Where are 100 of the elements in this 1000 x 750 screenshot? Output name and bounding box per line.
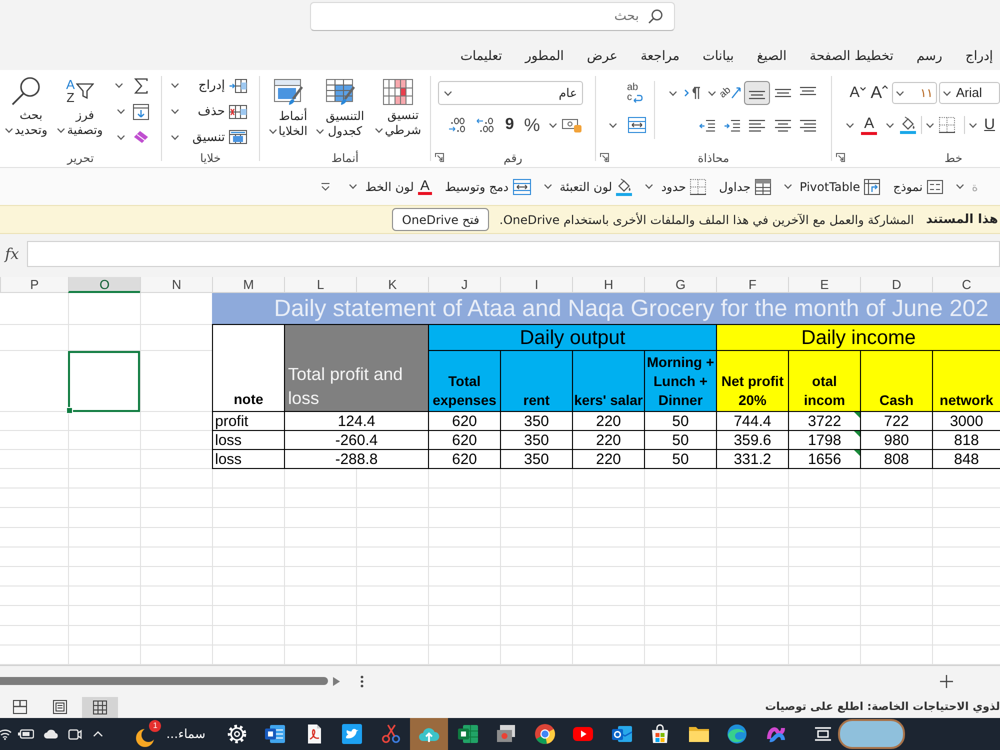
caret-icon[interactable] (896, 90, 904, 96)
decrease-indent-icon[interactable] (698, 118, 714, 132)
caret-icon[interactable] (115, 83, 123, 88)
conditional-formatting-button[interactable]: تنسيق شرطي (372, 79, 424, 148)
insert-cells-icon[interactable] (229, 78, 247, 93)
add-sheet-icon[interactable] (940, 674, 953, 688)
caret-icon[interactable] (784, 184, 792, 189)
cloud-icon[interactable] (43, 729, 60, 739)
scroll-right-icon[interactable] (333, 676, 340, 686)
banknote-icon[interactable] (562, 117, 582, 133)
delete-cells-icon[interactable] (229, 104, 247, 118)
align-center-icon[interactable] (774, 118, 790, 132)
form-button[interactable]: نموذج (893, 178, 943, 196)
window-stack-icon[interactable] (495, 723, 518, 745)
borders-button[interactable]: حدود (645, 178, 706, 196)
search-icon[interactable] (11, 76, 41, 106)
sigma-icon[interactable] (134, 78, 148, 94)
mail-icon[interactable] (610, 723, 633, 745)
caret-icon[interactable] (645, 184, 654, 189)
menu-tab[interactable]: المطور (524, 46, 565, 68)
search-field[interactable]: بحث (310, 2, 675, 31)
caret-icon[interactable] (926, 122, 934, 128)
photo-placeholder[interactable] (838, 719, 905, 749)
page-break-view-icon[interactable] (13, 700, 27, 714)
caret-icon[interactable] (57, 128, 66, 133)
shrink-font-button[interactable]: A (850, 82, 866, 104)
caret-icon[interactable] (316, 129, 324, 134)
grow-font-button[interactable]: A (870, 82, 888, 104)
page-view-icon[interactable] (53, 700, 67, 714)
chevron-up-icon[interactable] (93, 731, 104, 737)
cell-styles-button[interactable]: أنماط الخلايا (264, 79, 312, 148)
caret-icon[interactable] (549, 122, 557, 128)
format-cells-button[interactable]: تنسيق (171, 126, 247, 148)
pivot-table-button[interactable]: PivotTable (784, 178, 880, 196)
increase-indent-icon[interactable] (724, 118, 740, 132)
form-icon[interactable] (926, 180, 943, 194)
text-orientation-button[interactable]: ab (720, 82, 744, 104)
caret-icon[interactable] (117, 134, 125, 140)
merge-cells-icon[interactable] (512, 178, 531, 194)
fill-color-button[interactable]: لون التعبئة (544, 178, 632, 196)
formula-field[interactable] (27, 241, 1000, 267)
wave-circle-icon[interactable] (726, 723, 748, 745)
highlighted-grid-icon[interactable] (383, 79, 413, 105)
scissors-icon[interactable] (380, 723, 402, 745)
more-options-icon[interactable] (360, 674, 364, 688)
menu-tab[interactable]: الصيغ (756, 46, 788, 68)
font-name-field[interactable]: Arial (939, 82, 1000, 104)
caret-icon[interactable] (544, 184, 552, 189)
tables-button[interactable]: جداول (719, 178, 771, 196)
caret-icon[interactable] (444, 90, 452, 96)
worksheet-grid[interactable] (0, 293, 1000, 665)
caret-icon[interactable] (268, 129, 277, 134)
caret-icon[interactable] (117, 109, 125, 114)
caret-icon[interactable] (886, 122, 894, 128)
eraser-icon[interactable] (133, 130, 149, 144)
menu-tab[interactable]: تخطيط الصفحة (808, 46, 894, 68)
caret-icon[interactable] (969, 122, 978, 128)
fill-down-icon[interactable] (133, 104, 149, 120)
dialog-launcher-icon[interactable] (836, 153, 845, 162)
increase-decimal-icon[interactable] (476, 117, 494, 133)
paint-bucket-icon[interactable] (900, 116, 916, 134)
customize-toolbar-icon[interactable] (321, 182, 330, 190)
wrap-text-button[interactable]: ab c (627, 83, 649, 103)
funnel-icon[interactable] (76, 82, 94, 100)
insert-function-button[interactable]: fx (0, 242, 24, 266)
decrease-decimal-icon[interactable] (448, 117, 466, 133)
borders-icon[interactable] (690, 178, 706, 194)
menu-tab[interactable]: مراجعة (640, 46, 681, 68)
segmented-circle-icon[interactable] (534, 723, 556, 745)
caret-icon[interactable] (943, 90, 951, 96)
middle-align-icon[interactable] (774, 86, 790, 100)
percent-button[interactable]: % (524, 115, 540, 135)
wifi-icon[interactable] (0, 728, 12, 740)
caret-icon[interactable] (349, 184, 358, 189)
open-button[interactable]: فتح OneDrive (392, 208, 490, 231)
borders-icon[interactable] (939, 117, 956, 133)
caret-icon[interactable] (846, 122, 854, 128)
caret-icon[interactable] (708, 90, 716, 96)
caret-icon[interactable] (171, 109, 179, 114)
gear-icon[interactable] (226, 723, 248, 745)
horizontal-scrollbar[interactable] (0, 677, 328, 685)
fill-handle[interactable] (66, 407, 73, 414)
menu-tab[interactable]: إدراج (964, 46, 994, 68)
pivot-table-icon[interactable] (864, 178, 880, 194)
grid-view-icon[interactable] (82, 696, 118, 718)
menu-tab[interactable]: بيانات (702, 46, 735, 68)
caret-icon[interactable] (171, 134, 179, 140)
insert-cells-button[interactable]: إدراج (171, 75, 247, 97)
column-header[interactable]: O (68, 277, 140, 293)
caret-icon[interactable] (609, 122, 617, 128)
menu-tab[interactable]: عرض (586, 46, 619, 68)
dialog-launcher-icon[interactable] (435, 153, 444, 162)
table-icon[interactable] (754, 178, 771, 194)
spreadsheet-tile-icon[interactable] (456, 723, 479, 745)
accessibility-status[interactable]: لذوي الاحتياجات الخاصة: اطلع على توصيات (765, 698, 1000, 716)
menu-tab[interactable]: تعليمات (459, 46, 504, 68)
caret-icon[interactable] (374, 128, 383, 133)
bottom-align-icon[interactable] (744, 81, 770, 105)
selected-cell[interactable] (68, 351, 140, 412)
find-select-button[interactable]: بحث وتحديد (1, 70, 51, 148)
